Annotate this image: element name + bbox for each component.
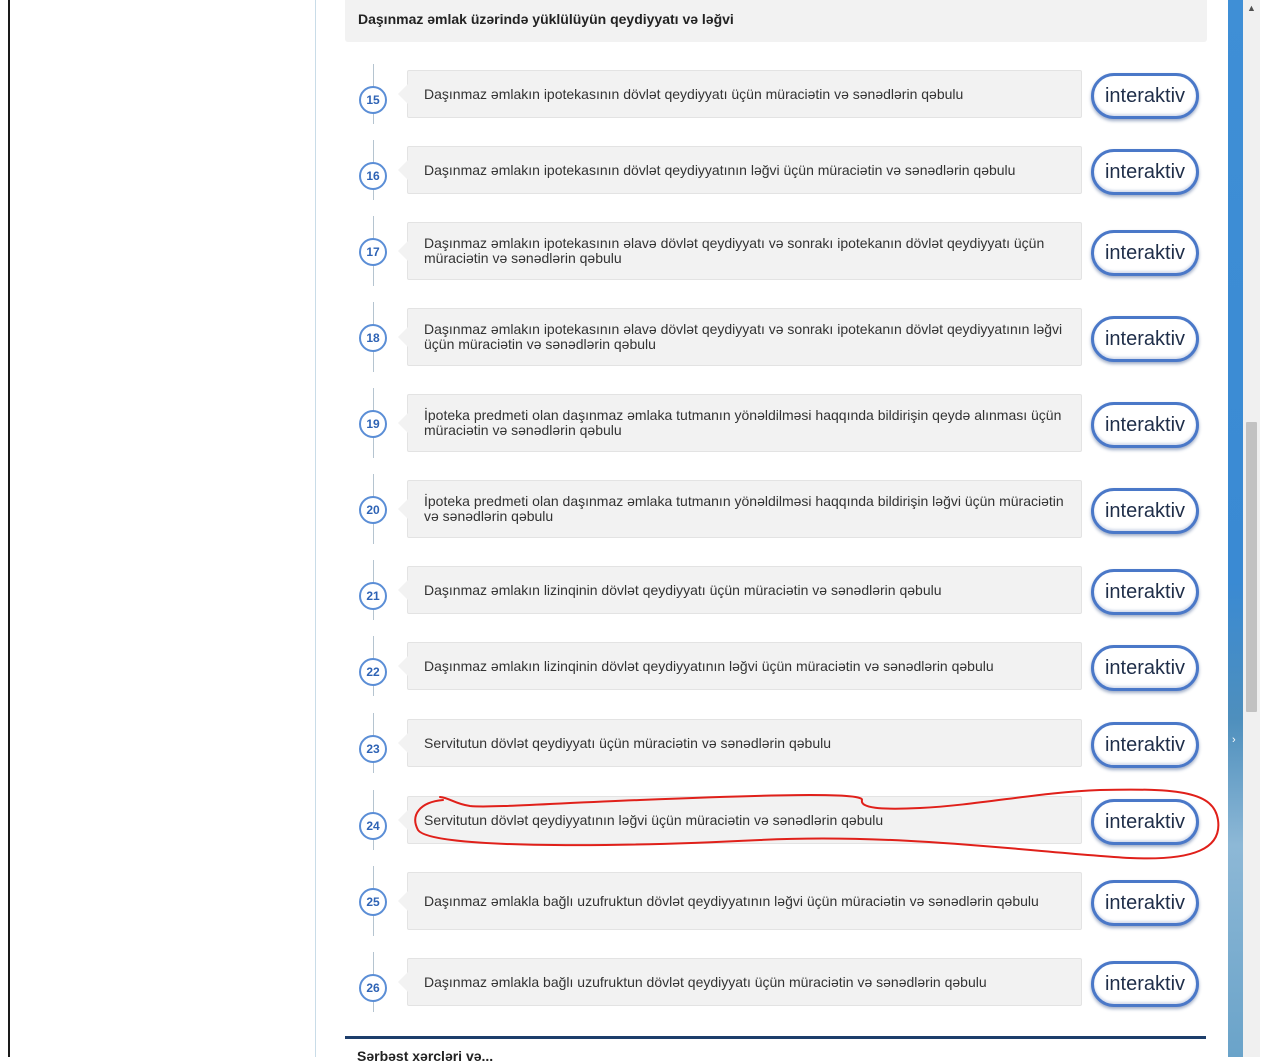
service-card[interactable]: İpoteka predmeti olan daşınmaz əmlaka tu… xyxy=(398,480,1082,538)
interaktiv-button[interactable]: interaktiv xyxy=(1091,402,1199,448)
service-text: Servitutun dövlət qeydiyyatı üçün müraci… xyxy=(424,734,832,751)
service-text: Daşınmaz əmlakın ipotekasının əlavə dövl… xyxy=(424,321,1063,352)
service-text: Daşınmaz əmlakla bağlı uzufruktun dövlət… xyxy=(424,973,987,990)
service-card[interactable]: Daşınmaz əmlakın lizinqinin dövlət qeydi… xyxy=(398,566,1082,614)
card-pointer xyxy=(398,327,408,347)
card-pointer xyxy=(398,499,408,519)
next-section-divider xyxy=(345,1036,1206,1039)
item-number-badge: 22 xyxy=(359,658,387,686)
side-banner-strip: › xyxy=(1228,0,1243,1057)
service-text: Daşınmaz əmlakın ipotekasının əlavə dövl… xyxy=(424,235,1045,266)
item-number-badge: 21 xyxy=(359,582,387,610)
service-text: Daşınmaz əmlakla bağlı uzufruktun dövlət… xyxy=(424,892,1039,909)
service-text: Servitutun dövlət qeydiyyatının ləğvi üç… xyxy=(424,811,884,828)
item-number-badge: 17 xyxy=(359,238,387,266)
card-pointer xyxy=(398,84,408,104)
service-card[interactable]: Daşınmaz əmlakla bağlı uzufruktun dövlət… xyxy=(398,958,1082,1006)
chevron-right-icon[interactable]: › xyxy=(1232,734,1236,746)
scrollbar-thumb[interactable] xyxy=(1246,422,1257,712)
card-pointer xyxy=(398,972,408,992)
service-card[interactable]: Daşınmaz əmlakın ipotekasının dövlət qey… xyxy=(398,146,1082,194)
service-text: Daşınmaz əmlakın lizinqinin dövlət qeydi… xyxy=(424,581,942,598)
item-number-badge: 18 xyxy=(359,324,387,352)
card-pointer xyxy=(398,733,408,753)
service-card[interactable]: Servitutun dövlət qeydiyyatı üçün müraci… xyxy=(398,719,1082,767)
service-text: Daşınmaz əmlakın ipotekasının dövlət qey… xyxy=(424,161,1016,178)
card-pointer xyxy=(398,891,408,911)
item-number-badge: 16 xyxy=(359,162,387,190)
service-text: Daşınmaz əmlakın lizinqinin dövlət qeydi… xyxy=(424,657,994,674)
item-number-badge: 15 xyxy=(359,86,387,114)
interaktiv-button[interactable]: interaktiv xyxy=(1091,961,1199,1007)
service-card[interactable]: Daşınmaz əmlakın ipotekasının əlavə dövl… xyxy=(398,222,1082,280)
item-number-badge: 25 xyxy=(359,888,387,916)
card-pointer xyxy=(398,160,408,180)
item-number-badge: 20 xyxy=(359,496,387,524)
item-number-badge: 19 xyxy=(359,410,387,438)
services-list: 15 Daşınmaz əmlakın ipotekasının dövlət … xyxy=(0,0,1267,1057)
interaktiv-button[interactable]: interaktiv xyxy=(1091,799,1199,845)
service-text: Daşınmaz əmlakın ipotekasının dövlət qey… xyxy=(424,85,964,102)
service-card[interactable]: Daşınmaz əmlakın lizinqinin dövlət qeydi… xyxy=(398,642,1082,690)
card-pointer xyxy=(398,580,408,600)
service-card[interactable]: Daşınmaz əmlakla bağlı uzufruktun dövlət… xyxy=(398,872,1082,930)
interaktiv-button[interactable]: interaktiv xyxy=(1091,569,1199,615)
service-card[interactable]: Daşınmaz əmlakın ipotekasının dövlət qey… xyxy=(398,70,1082,118)
service-text: İpoteka predmeti olan daşınmaz əmlaka tu… xyxy=(424,407,1062,438)
item-number-badge: 23 xyxy=(359,735,387,763)
next-section-title: Sərbəst xərcləri və... xyxy=(357,1048,494,1064)
service-card[interactable]: Servitutun dövlət qeydiyyatının ləğvi üç… xyxy=(398,796,1082,844)
interaktiv-button[interactable]: interaktiv xyxy=(1091,230,1199,276)
service-card[interactable]: Daşınmaz əmlakın ipotekasının əlavə dövl… xyxy=(398,308,1082,366)
service-card[interactable]: İpoteka predmeti olan daşınmaz əmlaka tu… xyxy=(398,394,1082,452)
interaktiv-button[interactable]: interaktiv xyxy=(1091,880,1199,926)
scroll-up-arrow-icon[interactable]: ▲ xyxy=(1243,0,1260,17)
interaktiv-button[interactable]: interaktiv xyxy=(1091,645,1199,691)
item-number-badge: 26 xyxy=(359,974,387,1002)
card-pointer xyxy=(398,810,408,830)
card-pointer xyxy=(398,413,408,433)
card-pointer xyxy=(398,656,408,676)
interaktiv-button[interactable]: interaktiv xyxy=(1091,149,1199,195)
item-number-badge: 24 xyxy=(359,812,387,840)
interaktiv-button[interactable]: interaktiv xyxy=(1091,722,1199,768)
vertical-scrollbar[interactable]: ▲ xyxy=(1243,0,1260,1057)
interaktiv-button[interactable]: interaktiv xyxy=(1091,73,1199,119)
interaktiv-button[interactable]: interaktiv xyxy=(1091,488,1199,534)
interaktiv-button[interactable]: interaktiv xyxy=(1091,316,1199,362)
service-text: İpoteka predmeti olan daşınmaz əmlaka tu… xyxy=(424,493,1064,524)
card-pointer xyxy=(398,241,408,261)
